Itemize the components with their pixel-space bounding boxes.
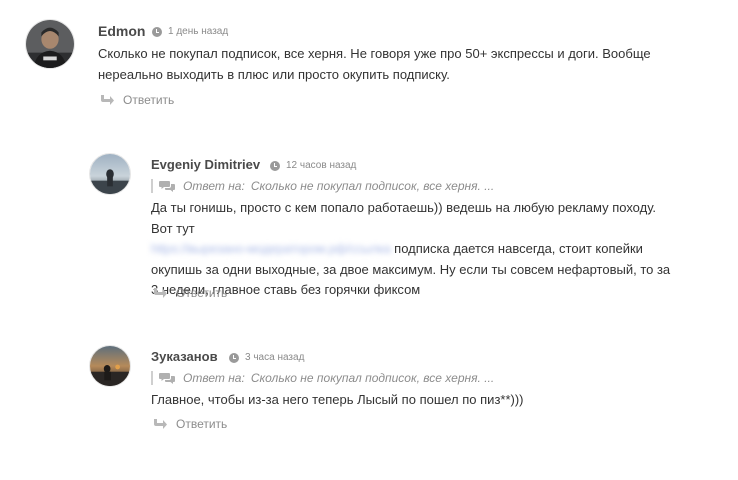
avatar[interactable] [89,153,131,195]
reply-button[interactable]: Ответить [99,93,174,107]
reply-button[interactable]: Ответить [152,286,227,300]
chat-bubbles-icon [159,373,175,384]
reply-button[interactable]: Ответить [152,417,227,431]
avatar[interactable] [25,19,75,69]
reply-arrow-icon [101,95,114,105]
timestamp-text: 3 часа назад [245,352,305,363]
reply-to-reference[interactable]: Ответ на: Сколько не покупал подписок, в… [151,179,494,193]
chat-bubbles-icon [159,181,175,192]
comment-author[interactable]: Зуказанов [151,349,218,364]
timestamp-text: 1 день назад [168,26,229,37]
avatar[interactable] [89,345,131,387]
reply-arrow-icon [154,288,167,298]
avatar-image [26,20,74,68]
avatar-image [90,346,130,386]
reply-to-label: Ответ на: [183,179,245,193]
comment-timestamp: 12 часов назад [270,160,356,171]
clock-icon [270,160,280,171]
reply-label: Ответить [123,93,175,107]
reply-to-reference[interactable]: Ответ на: Сколько не покупал подписок, в… [151,371,494,385]
comment-author[interactable]: Evgeniy Dimitriev [151,157,260,172]
clock-icon [229,352,239,363]
reply-to-text: Сколько не покупал подписок, все херня. … [250,371,495,385]
timestamp-text: 12 часов назад [286,160,357,171]
reply-label: Ответить [176,286,228,300]
reply-to-text: Сколько не покупал подписок, все херня. … [250,179,495,193]
comment-text-part1: Да ты гонишь, просто с кем попало работа… [151,200,657,236]
reply-label: Ответить [176,417,228,431]
comment-timestamp: 1 день назад [152,26,228,37]
avatar-image [90,154,130,194]
reply-arrow-icon [154,419,167,429]
clock-icon [152,26,162,37]
blurred-link[interactable]: https://вырезано-модератором.рф/ссылка [151,239,391,260]
comment-timestamp: 3 часа назад [229,352,304,363]
comment-author[interactable]: Edmon [98,23,145,39]
comment-text: Сколько не покупал подписок, все херня. … [98,46,651,82]
comment-text: Да ты гонишь, просто с кем попало работа… [151,198,676,301]
reply-to-label: Ответ на: [183,371,245,385]
comment-text: Главное, чтобы из-за него теперь Лысый п… [151,392,524,407]
